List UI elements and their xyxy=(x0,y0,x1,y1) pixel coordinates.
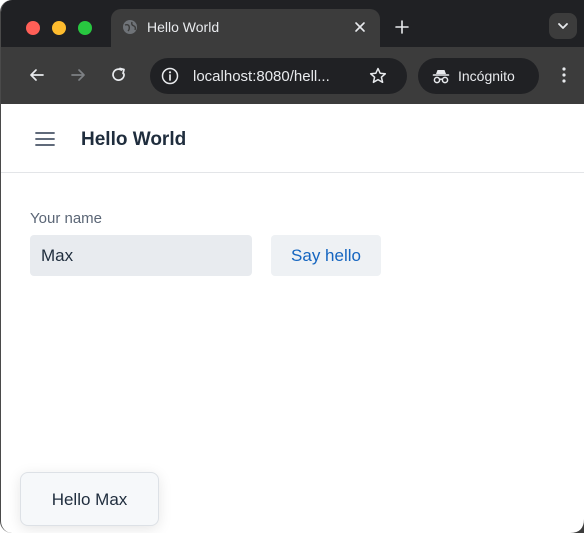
globe-icon xyxy=(123,20,137,34)
app-header: Hello World xyxy=(1,104,584,173)
say-hello-button[interactable]: Say hello xyxy=(271,235,381,276)
reload-icon[interactable] xyxy=(109,65,129,85)
incognito-label: Incógnito xyxy=(458,68,515,84)
window-resize-corner[interactable] xyxy=(570,519,584,533)
page-title: Hello World xyxy=(81,129,187,150)
minimize-window-button[interactable] xyxy=(52,21,66,35)
chevron-down-icon xyxy=(558,23,568,29)
forward-arrow-icon[interactable] xyxy=(68,65,88,85)
notification-toast: Hello Max xyxy=(20,472,159,526)
url-text[interactable]: localhost:8080/hell... xyxy=(193,68,330,85)
zoom-window-button[interactable] xyxy=(78,21,92,35)
hamburger-menu-icon[interactable] xyxy=(35,131,55,147)
tab-hello-world[interactable]: Hello World xyxy=(111,9,380,47)
close-icon[interactable] xyxy=(351,18,369,36)
plus-icon[interactable] xyxy=(393,18,411,36)
address-bar[interactable]: localhost:8080/hell... xyxy=(150,58,407,94)
name-input[interactable] xyxy=(30,235,252,276)
browser-toolbar: localhost:8080/hell... Incógnito xyxy=(1,47,584,104)
tab-title: Hello World xyxy=(147,19,220,35)
back-arrow-icon[interactable] xyxy=(27,65,47,85)
tab-search-button[interactable] xyxy=(549,13,577,39)
close-window-button[interactable] xyxy=(26,21,40,35)
incognito-button[interactable]: Incógnito xyxy=(418,58,539,94)
info-icon[interactable] xyxy=(160,66,180,86)
star-icon[interactable] xyxy=(368,66,388,86)
incognito-icon xyxy=(432,70,450,84)
name-field-label: Your name xyxy=(30,210,102,227)
browser-window: Hello World localhost:8080/hell... Incóg… xyxy=(0,0,584,533)
notification-text: Hello Max xyxy=(51,490,128,509)
kebab-menu-icon[interactable] xyxy=(554,65,574,85)
tab-strip: Hello World xyxy=(1,0,584,47)
